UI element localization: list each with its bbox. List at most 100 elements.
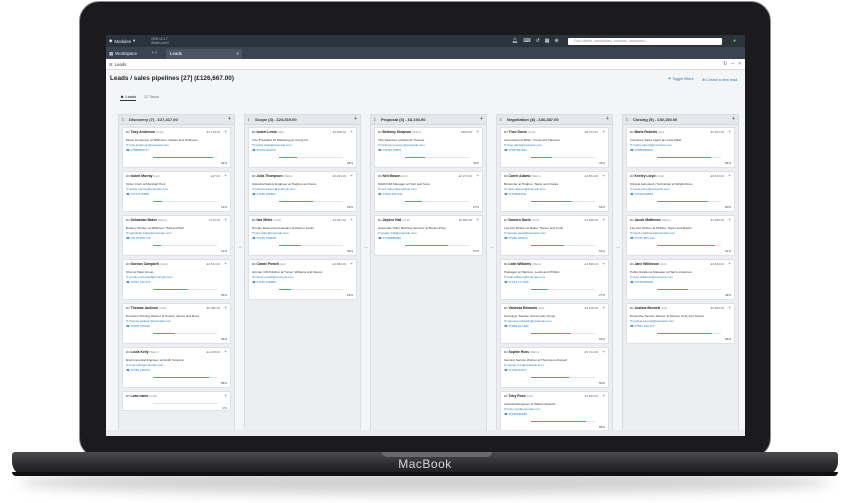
drag-handle-icon[interactable]: ⇕ <box>373 115 376 124</box>
lead-card[interactable]: ••• Leah Williams (Warm) £1,890.00 + Packag… <box>500 259 609 300</box>
refresh-icon[interactable]: ↻ <box>723 61 727 67</box>
close-icon[interactable]: × <box>236 49 239 59</box>
add-task-icon[interactable]: + <box>350 261 353 266</box>
lead-email[interactable]: ✉ thomas.jackson@example.com <box>126 319 171 323</box>
drag-handle-icon[interactable]: ⇕ <box>247 115 250 124</box>
lead-card[interactable]: ••• Neil Mason (Hot) £2,374.00 + MARCOM Man… <box>374 171 483 212</box>
lead-name[interactable]: ••• Julia Thompson (Warm) <box>252 174 293 178</box>
add-task-icon[interactable]: + <box>728 173 731 178</box>
add-task-icon[interactable]: + <box>476 129 479 134</box>
lead-card[interactable]: ••• Isla White (Cold) £4,831.00 + Human Res… <box>248 215 357 256</box>
lead-name[interactable]: ••• Keeley Lloyd (Cold) <box>630 174 664 178</box>
lead-name[interactable]: ••• Sophie Ross (Warm) <box>504 350 539 354</box>
lead-phone[interactable]: ☎ 07185 305551 <box>252 192 276 196</box>
lead-name[interactable]: ••• Isobel Murray (Hot) <box>126 174 160 178</box>
add-task-icon[interactable]: + <box>728 261 731 266</box>
lead-email[interactable]: ✉ isobel.lewis@example.com <box>252 143 292 147</box>
tab-leads[interactable]: Leads × <box>166 48 242 59</box>
lead-phone[interactable]: ☎ 07588993717 <box>126 148 149 152</box>
tab-nav-arrows[interactable]: ‹ › <box>152 50 157 56</box>
lead-name[interactable]: ••• Theo Davis (Cold) <box>504 130 535 134</box>
lead-name[interactable]: ••• Thomas Jackson (Cold) <box>126 306 167 310</box>
lead-email[interactable]: ✉ jane.wilkinson@example.com <box>630 275 673 279</box>
bell-icon[interactable]: 🔔︎ <box>512 38 518 44</box>
lead-email[interactable]: ✉ damien.davis@example.com <box>504 231 546 235</box>
calendar-icon[interactable]: ▦ <box>545 38 550 44</box>
lead-email[interactable]: ✉ theo.davis@example.com <box>504 143 542 147</box>
lead-card[interactable]: ••• Jayden Hall (Cold) £2,586.00 + Automati… <box>374 215 483 256</box>
lead-card[interactable]: ••• Carole Powell (Hot) £4,882.00 + Grinder… <box>248 259 357 300</box>
lead-name[interactable]: ••• Sebastian Baker (Warm) <box>126 218 167 222</box>
lead-card[interactable]: ••• Lead name (Cold) +0% <box>122 391 231 411</box>
lead-card[interactable]: ••• Keeley Lloyd (Cold) £6,616.00 + Clinica… <box>626 171 735 212</box>
add-task-icon[interactable]: + <box>728 129 731 134</box>
lead-card[interactable]: ••• Thomas Jackson (Cold) £6,089.00 + Preci… <box>122 303 231 344</box>
lead-card[interactable]: ••• Joshua Bennett (Hot) £5,859.00 + Protec… <box>626 303 735 344</box>
column-header[interactable]: ⇕ Proposal (3) - £8,194.00 + <box>371 115 486 125</box>
lead-email[interactable]: ✉ isla.white@example.com <box>252 231 289 235</box>
lead-name[interactable]: ••• Isobel Lewis (Hot) <box>252 130 284 134</box>
lead-card[interactable]: ••• Gordon Campbell (Cold) £2,521.00 + Chef… <box>122 259 231 300</box>
column-header[interactable]: ⇕ Negotiation (8) - £36,387.00 + <box>497 115 612 125</box>
lead-name[interactable]: ••• Neil Mason (Hot) <box>378 174 408 178</box>
add-lead-icon[interactable]: + <box>354 115 357 124</box>
lead-email[interactable]: ✉ bethany.simpson@example.com <box>378 143 425 147</box>
add-task-icon[interactable]: + <box>224 129 227 134</box>
add-task-icon[interactable]: + <box>602 305 605 310</box>
lead-email[interactable]: ✉ maria.roberts@example.com <box>630 143 672 147</box>
lead-email[interactable]: ✉ toby.ross@example.com <box>504 407 540 411</box>
global-search-input[interactable]: Find clients, candidates, contacts, vaca… <box>568 37 722 45</box>
lead-phone[interactable]: ☎ 07162268049 <box>630 280 653 284</box>
lead-email[interactable]: ✉ jayden.hall@example.com <box>378 231 417 235</box>
lead-name[interactable]: ••• Vanessa Edwards (Hot) <box>504 306 544 310</box>
add-task-icon[interactable]: + <box>728 305 731 310</box>
lead-phone[interactable]: ☎ 07316743077 <box>504 368 527 372</box>
add-lead-icon[interactable]: + <box>228 115 231 124</box>
lead-phone[interactable]: ☎ 07323 323726 <box>252 148 276 152</box>
lead-phone[interactable]: ☎ 07245 748448 <box>252 236 276 240</box>
add-task-icon[interactable]: + <box>602 129 605 134</box>
add-task-icon[interactable]: + <box>224 305 227 310</box>
lead-name[interactable]: ••• Toby Ross (Hot) <box>504 394 533 398</box>
drag-handle-icon[interactable]: ⇕ <box>121 115 124 124</box>
lead-phone[interactable]: ☎ 07178 209 776 <box>126 236 151 240</box>
add-task-icon[interactable]: + <box>224 349 227 354</box>
menu-icon[interactable]: ☰ <box>109 62 113 67</box>
lead-card[interactable]: ••• Toby Anderson (Cold) £3,718.00 + Music … <box>122 127 231 168</box>
lead-name[interactable]: ••• Gordon Campbell (Cold) <box>126 262 168 266</box>
lead-email[interactable]: ✉ louis.kelly@example.com <box>126 363 163 367</box>
lead-name[interactable]: ••• Damien Davis (Cold) <box>504 218 539 222</box>
workspace-menu[interactable]: ▦ Workspace <box>109 51 137 57</box>
lead-name[interactable]: ••• Louis Kelly (Warm) <box>126 350 159 354</box>
lead-email[interactable]: ✉ toby.anderson@example.com <box>126 143 169 147</box>
lead-email[interactable]: ✉ julia.thompson@example.com <box>252 187 296 191</box>
lead-card[interactable]: ••• Sebastian Baker (Warm) £733.00 + Binder… <box>122 215 231 256</box>
add-lead-icon[interactable]: + <box>480 115 483 124</box>
column-header[interactable]: ⇕ Scope (4) - £24,519.00 + <box>245 115 360 125</box>
column-header[interactable]: ⇕ Closing (5) - £30,150.00 + <box>623 115 738 125</box>
whats-new-link[interactable]: What's new? <box>151 41 169 46</box>
lead-name[interactable]: ••• Isla White (Cold) <box>252 218 281 222</box>
lead-card[interactable]: ••• Jacob Matthews (Warm) £4,989.00 + Lay-O… <box>626 215 735 256</box>
user-status-icon[interactable]: ● <box>733 38 736 44</box>
version-info[interactable]: CRM v2.1.7 What's new? <box>151 37 169 46</box>
lead-phone[interactable]: ☎ 07367 790 474 <box>126 280 151 284</box>
create-lead-button[interactable]: ⊕ Create a new lead <box>702 77 737 82</box>
lead-email[interactable]: ✉ joshua.bennett@example.com <box>630 319 674 323</box>
lead-name[interactable]: ••• Carole Powell (Hot) <box>252 262 286 266</box>
minimize-icon[interactable]: – <box>731 61 734 67</box>
drag-handle-icon[interactable]: ⇕ <box>499 115 502 124</box>
lead-phone[interactable]: ☎ 07160 318965 <box>252 280 276 284</box>
lead-phone[interactable]: ☎ 07985 404 690 <box>504 324 529 328</box>
lead-email[interactable]: ✉ isobel.murray@example.com <box>126 187 168 191</box>
lead-email[interactable]: ✉ vanessa.edwards@example.com <box>504 319 552 323</box>
history-icon[interactable]: ↺ <box>536 38 540 44</box>
lead-card[interactable]: ••• Maria Roberts (Hot) £5,904.00 + Insuran… <box>626 127 735 168</box>
lead-name[interactable]: ••• Maria Roberts (Hot) <box>630 130 664 134</box>
add-icon[interactable]: ⊕ <box>555 38 559 44</box>
add-task-icon[interactable]: + <box>224 393 227 398</box>
close-window-icon[interactable]: × <box>738 61 741 67</box>
lead-phone[interactable]: ☎ 07986359922 <box>630 148 653 152</box>
lead-phone[interactable]: ☎ 07183346180 <box>504 412 527 416</box>
lead-phone[interactable]: ☎ 07974 177 806 <box>504 280 529 284</box>
